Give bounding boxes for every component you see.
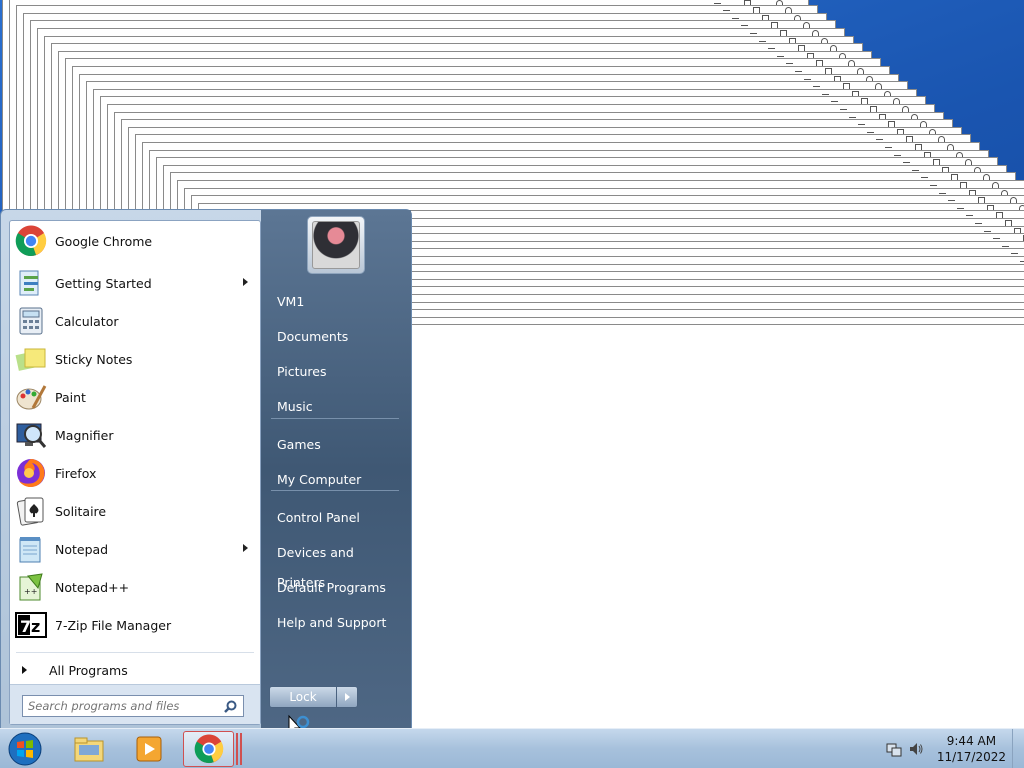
sticky-notes-icon — [15, 343, 47, 375]
places-link[interactable]: Games — [269, 430, 405, 460]
arrow-right-icon — [345, 693, 350, 701]
program-label: Sticky Notes — [55, 351, 133, 367]
places-link[interactable]: Control Panel — [269, 503, 405, 533]
places-link[interactable]: VM1 — [269, 287, 405, 317]
system-tray: 9:44 AM 11/17/2022 — [874, 729, 1024, 768]
network-icon[interactable] — [886, 741, 902, 757]
places-link[interactable]: Pictures — [269, 357, 405, 387]
folder-icon — [74, 737, 104, 762]
taskbar-chrome-button[interactable] — [183, 731, 234, 767]
start-button[interactable] — [4, 730, 46, 768]
program-label: 7-Zip File Manager — [55, 617, 172, 633]
taskbar-grouped-indicator — [236, 733, 242, 765]
svg-text:7: 7 — [20, 617, 31, 636]
program-label: Getting Started — [55, 275, 152, 291]
start-menu: Google Chrome Getting Started Calculator St… — [0, 209, 412, 729]
divider — [16, 652, 254, 653]
all-programs-label: All Programs — [49, 662, 128, 678]
show-desktop-button[interactable] — [1012, 729, 1024, 768]
program-item[interactable]: Getting Started — [12, 265, 258, 301]
window-area — [410, 330, 1024, 728]
search-area — [10, 684, 260, 724]
program-label: Notepad — [55, 541, 109, 557]
search-icon[interactable] — [224, 700, 237, 716]
chrome-icon — [15, 225, 47, 257]
program-label: Notepad++ — [55, 579, 130, 595]
clock-date: 11/17/2022 — [936, 750, 1006, 764]
chrome-icon — [194, 734, 223, 764]
program-item[interactable]: Magnifier — [12, 417, 258, 453]
7zip-icon: 7z — [15, 609, 47, 641]
magnifier-icon — [15, 419, 47, 451]
places-link[interactable]: Documents — [269, 322, 405, 352]
program-item[interactable]: 7 z 7-Zip File Manager — [12, 607, 258, 643]
clock-time: 9:44 AM — [946, 734, 997, 748]
program-label: Firefox — [55, 465, 97, 481]
taskbar: 9:44 AM 11/17/2022 — [0, 728, 1024, 768]
places-link[interactable]: Help and Support — [269, 608, 405, 638]
volume-icon[interactable] — [908, 741, 924, 757]
program-item[interactable]: ++ Notepad++ — [12, 569, 258, 605]
lock-button[interactable]: Lock — [269, 686, 337, 708]
places-link[interactable]: Default Programs — [269, 573, 405, 603]
places-link[interactable]: Devices and Printers — [269, 538, 405, 590]
paint-icon — [15, 381, 47, 413]
program-item[interactable]: Firefox — [12, 455, 258, 491]
start-menu-places-pane: VM1 Documents Pictures Music Games My Compute… — [261, 210, 411, 728]
notepad-plus-plus-icon: ++ — [15, 571, 47, 603]
shutdown-options-button[interactable] — [336, 686, 358, 708]
divider — [271, 490, 399, 491]
taskbar-media-player-button[interactable] — [122, 731, 176, 767]
clock[interactable]: 9:44 AM 11/17/2022 — [937, 733, 1006, 765]
all-programs-button[interactable]: All Programs — [12, 657, 258, 683]
getting-started-icon — [15, 267, 47, 299]
program-item[interactable]: Google Chrome — [12, 223, 258, 259]
program-label: Calculator — [55, 313, 119, 329]
program-label: Magnifier — [55, 427, 114, 443]
windows-logo-icon — [8, 732, 42, 766]
solitaire-icon — [15, 495, 47, 527]
submenu-arrow-icon — [243, 544, 248, 552]
program-label: Google Chrome — [55, 233, 153, 249]
program-item[interactable]: Calculator — [12, 303, 258, 339]
media-player-icon — [136, 736, 162, 762]
svg-text:++: ++ — [24, 587, 37, 596]
program-item[interactable]: Sticky Notes — [12, 341, 258, 377]
program-item[interactable]: Solitaire — [12, 493, 258, 529]
program-item[interactable]: Notepad — [12, 531, 258, 567]
submenu-arrow-icon — [243, 278, 248, 286]
firefox-icon — [15, 457, 47, 489]
divider — [271, 418, 399, 419]
program-item[interactable]: Paint — [12, 379, 258, 415]
notepad-icon — [15, 533, 47, 565]
start-menu-programs-pane: Google Chrome Getting Started Calculator St… — [9, 220, 261, 725]
taskbar-explorer-button[interactable] — [62, 731, 116, 767]
search-input[interactable] — [23, 696, 213, 716]
arrow-right-icon — [22, 666, 27, 674]
search-box[interactable] — [22, 695, 244, 717]
program-label: Paint — [55, 389, 86, 405]
calculator-icon — [15, 305, 47, 337]
user-avatar[interactable] — [307, 216, 365, 274]
svg-text:z: z — [31, 617, 40, 636]
program-label: Solitaire — [55, 503, 107, 519]
